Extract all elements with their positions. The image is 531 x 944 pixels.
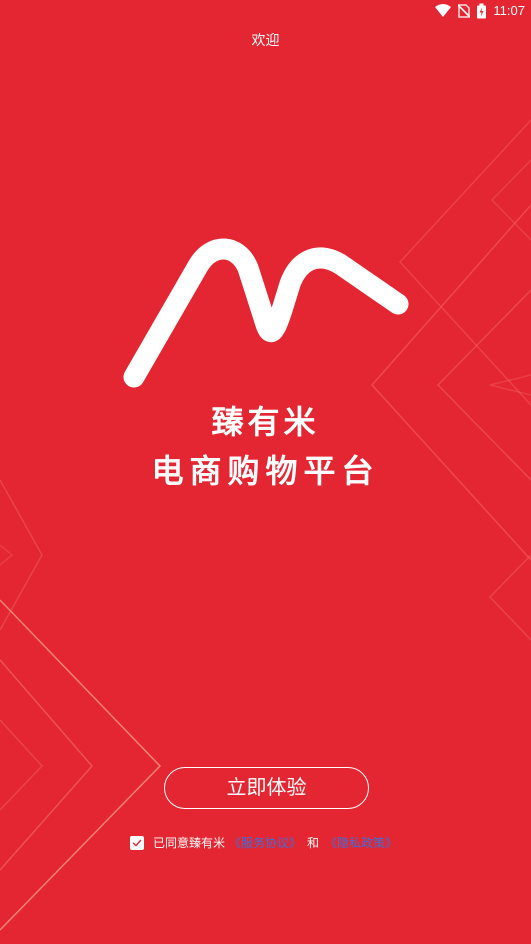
page-title: 欢迎	[251, 33, 280, 49]
checkmark-icon	[132, 839, 142, 847]
status-icons: 11:07	[435, 2, 525, 20]
agree-checkbox[interactable]	[130, 836, 144, 850]
status-time: 11:07	[493, 3, 525, 18]
agreement-prefix: 已同意臻有米	[153, 836, 226, 850]
brand-tagline: 电商购物平台	[151, 452, 380, 490]
brand-m-logo-icon	[123, 238, 409, 388]
agreement-row: 已同意臻有米 《服务协议》 和 《隐私政策》	[130, 834, 397, 852]
start-experience-button[interactable]: 立即体验	[164, 767, 369, 809]
privacy-policy-link[interactable]: 《隐私政策》	[325, 834, 397, 852]
no-sim-icon	[458, 4, 471, 18]
brand-name: 臻有米	[211, 403, 320, 441]
welcome-screen: 11:07 欢迎 臻有米 电商购物平台 立即体验 已同意臻有米 《服务协议》 和…	[0, 0, 531, 944]
service-agreement-link[interactable]: 《服务协议》	[229, 834, 301, 852]
agreement-and: 和	[307, 836, 320, 850]
status-bar: 11:07	[0, 0, 531, 22]
battery-charging-icon	[477, 3, 487, 19]
wifi-icon	[435, 4, 452, 17]
